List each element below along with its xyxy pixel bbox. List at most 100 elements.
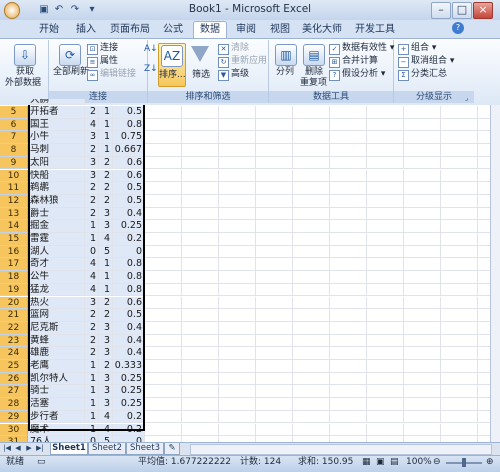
cell-name[interactable]: 黄蜂 xyxy=(28,334,85,348)
cell-empty[interactable] xyxy=(293,398,330,411)
cell-empty[interactable] xyxy=(330,385,367,399)
cell-empty[interactable] xyxy=(330,372,367,386)
cell-empty[interactable] xyxy=(367,398,404,411)
cell-empty[interactable] xyxy=(182,169,219,183)
cell-d[interactable]: 0.25 xyxy=(113,385,145,399)
row-header[interactable]: 12 xyxy=(0,194,28,208)
cell-name[interactable]: 魔术 xyxy=(28,423,85,437)
cell-empty[interactable] xyxy=(404,385,441,399)
cell-empty[interactable] xyxy=(256,194,293,208)
cell-c[interactable]: 2 xyxy=(99,194,113,208)
cell-b[interactable]: 2 xyxy=(85,194,99,208)
cell-empty[interactable] xyxy=(441,309,478,322)
remove-duplicates-label[interactable]: 删除 xyxy=(305,67,323,78)
cell-empty[interactable] xyxy=(145,321,182,335)
cell-empty[interactable] xyxy=(219,296,256,310)
cell-d[interactable]: 0.6 xyxy=(113,169,145,183)
cell-empty[interactable] xyxy=(145,309,182,322)
cell-empty[interactable] xyxy=(367,144,404,157)
cell-empty[interactable] xyxy=(330,398,367,411)
sort-asc-icon[interactable]: A↓ xyxy=(144,44,158,55)
cell-name[interactable]: 掘金 xyxy=(28,220,85,233)
cell-d[interactable]: 0.25 xyxy=(113,220,145,233)
cell-c[interactable]: 2 xyxy=(99,296,113,310)
cell-empty[interactable] xyxy=(404,245,441,259)
cell-c[interactable]: 3 xyxy=(99,207,113,221)
macro-record-icon[interactable]: ▭ xyxy=(37,457,46,468)
cell-empty[interactable] xyxy=(404,233,441,246)
cell-name[interactable]: 奇才 xyxy=(28,258,85,272)
clear-button[interactable]: ✕ 清除 xyxy=(218,43,249,55)
row-header[interactable]: 17 xyxy=(0,258,28,272)
cell-empty[interactable] xyxy=(330,131,367,145)
cell-empty[interactable] xyxy=(219,423,256,437)
cell-empty[interactable] xyxy=(367,347,404,360)
cell-name[interactable]: 爵士 xyxy=(28,207,85,221)
cell-empty[interactable] xyxy=(219,106,256,119)
cell-c[interactable]: 3 xyxy=(99,385,113,399)
row-header[interactable]: 24 xyxy=(0,347,28,360)
what-if-button[interactable]: ? 假设分析 ▾ xyxy=(329,69,385,81)
cell-name[interactable]: 公牛 xyxy=(28,271,85,284)
cell-empty[interactable] xyxy=(367,309,404,322)
cell-empty[interactable] xyxy=(219,245,256,259)
cell-b[interactable]: 2 xyxy=(85,207,99,221)
row-header[interactable]: 25 xyxy=(0,360,28,373)
first-sheet-icon[interactable]: |◀ xyxy=(3,444,11,453)
cell-empty[interactable] xyxy=(256,385,293,399)
cell-empty[interactable] xyxy=(330,334,367,348)
cell-empty[interactable] xyxy=(441,220,478,233)
cell-empty[interactable] xyxy=(404,258,441,272)
row-header[interactable]: 13 xyxy=(0,207,28,221)
cell-empty[interactable] xyxy=(293,106,330,119)
cell-empty[interactable] xyxy=(330,182,367,195)
cell-empty[interactable] xyxy=(145,296,182,310)
cell-empty[interactable] xyxy=(145,118,182,132)
cell-empty[interactable] xyxy=(441,131,478,145)
cell-empty[interactable] xyxy=(219,334,256,348)
cell-empty[interactable] xyxy=(145,220,182,233)
cell-empty[interactable] xyxy=(367,169,404,183)
cell-empty[interactable] xyxy=(293,245,330,259)
cell-name[interactable]: 步行者 xyxy=(28,410,85,424)
cell-empty[interactable] xyxy=(367,296,404,310)
cell-empty[interactable] xyxy=(404,347,441,360)
cell-empty[interactable] xyxy=(256,245,293,259)
cell-empty[interactable] xyxy=(404,423,441,437)
tab-home[interactable]: 开始 xyxy=(33,22,65,37)
cell-empty[interactable] xyxy=(367,334,404,348)
cell-d[interactable]: 0.25 xyxy=(113,372,145,386)
cell-empty[interactable] xyxy=(293,182,330,195)
cell-empty[interactable] xyxy=(256,296,293,310)
cell-empty[interactable] xyxy=(330,106,367,119)
cell-empty[interactable] xyxy=(182,118,219,132)
cell-empty[interactable] xyxy=(293,169,330,183)
cell-c[interactable]: 1 xyxy=(99,258,113,272)
cell-empty[interactable] xyxy=(256,182,293,195)
cell-empty[interactable] xyxy=(441,156,478,170)
cell-empty[interactable] xyxy=(182,194,219,208)
cell-empty[interactable] xyxy=(182,410,219,424)
cell-empty[interactable] xyxy=(219,258,256,272)
cell-empty[interactable] xyxy=(293,372,330,386)
cell-b[interactable]: 1 xyxy=(85,360,99,373)
row-header[interactable]: 23 xyxy=(0,334,28,348)
tab-review[interactable]: 审阅 xyxy=(230,22,262,37)
cell-d[interactable]: 0.667 xyxy=(113,144,145,157)
cell-empty[interactable] xyxy=(367,118,404,132)
cell-empty[interactable] xyxy=(219,131,256,145)
cell-empty[interactable] xyxy=(256,309,293,322)
cell-b[interactable]: 1 xyxy=(85,398,99,411)
row-header[interactable]: 30 xyxy=(0,423,28,437)
cell-empty[interactable] xyxy=(256,423,293,437)
cell-empty[interactable] xyxy=(182,309,219,322)
cell-empty[interactable] xyxy=(256,372,293,386)
cell-b[interactable]: 2 xyxy=(85,106,99,119)
cell-empty[interactable] xyxy=(367,220,404,233)
cell-b[interactable]: 2 xyxy=(85,334,99,348)
sheet-tab-sheet3[interactable]: Sheet3 xyxy=(126,443,164,455)
reapply-button[interactable]: ↻ 重新应用 xyxy=(218,56,267,68)
cell-b[interactable]: 1 xyxy=(85,410,99,424)
cell-c[interactable]: 1 xyxy=(99,106,113,119)
cell-empty[interactable] xyxy=(182,296,219,310)
